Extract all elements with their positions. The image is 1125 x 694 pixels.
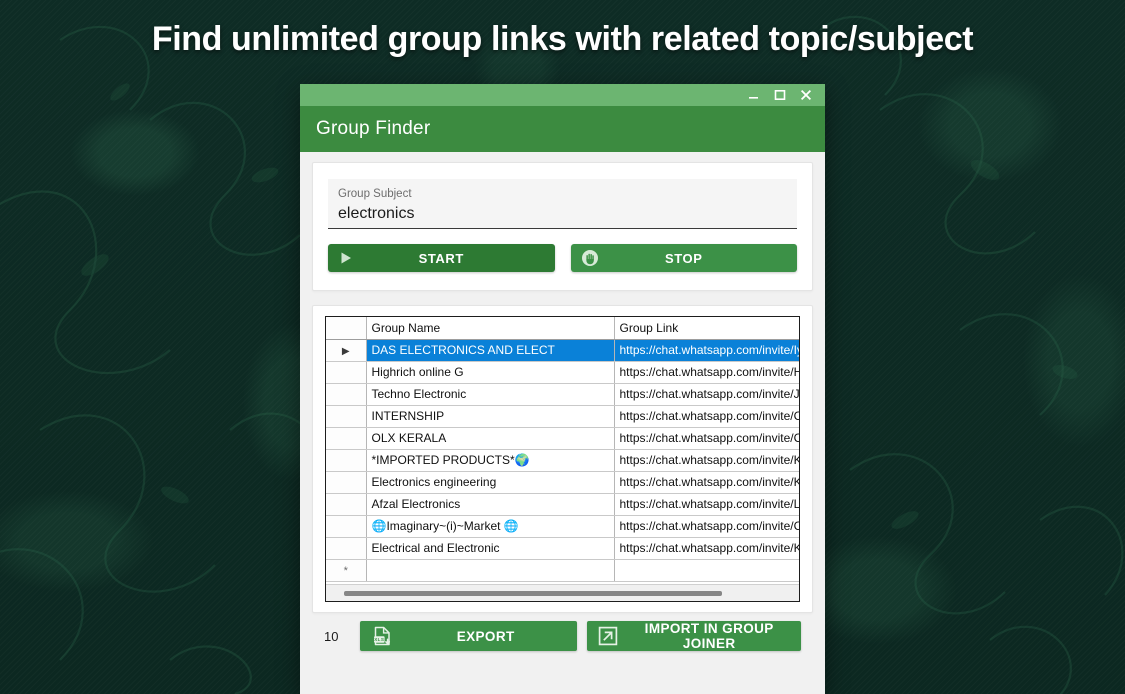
cell-group-link[interactable]: https://chat.whatsapp.com/invite/CE: [614, 515, 799, 537]
table-row[interactable]: OLX KERALAhttps://chat.whatsapp.com/invi…: [326, 427, 799, 449]
current-row-arrow-icon: ▶: [342, 346, 350, 357]
start-button-label: START: [328, 251, 555, 266]
cell-group-link[interactable]: https://chat.whatsapp.com/invite/IyF: [614, 339, 799, 361]
stop-hand-icon: [581, 249, 599, 267]
result-count: 10: [324, 629, 350, 644]
cell-group-name[interactable]: *IMPORTED PRODUCTS*🌍: [366, 449, 614, 471]
row-selector-header: [326, 317, 366, 339]
export-button[interactable]: XLS EXPORT: [360, 621, 577, 651]
cell-group-name[interactable]: 🌐Imaginary~(i)~Market 🌐: [366, 515, 614, 537]
app-title: Group Finder: [316, 118, 430, 140]
results-data-grid[interactable]: Group Name Group Link ▶ DAS ELECTRONICS A…: [325, 316, 800, 602]
table-row[interactable]: Highrich online Ghttps://chat.whatsapp.c…: [326, 361, 799, 383]
row-selector-cell[interactable]: [326, 361, 366, 383]
cell-group-name[interactable]: Electrical and Electronic: [366, 537, 614, 559]
window-controls-bar: [300, 84, 825, 106]
table-row[interactable]: Electronics engineeringhttps://chat.what…: [326, 471, 799, 493]
cell-group-link[interactable]: [614, 559, 799, 581]
new-record-asterisk-icon: *: [344, 565, 348, 577]
play-icon: [338, 250, 354, 266]
cell-group-name[interactable]: OLX KERALA: [366, 427, 614, 449]
table-row[interactable]: Afzal Electronicshttps://chat.whatsapp.c…: [326, 493, 799, 515]
cell-group-name[interactable]: Afzal Electronics: [366, 493, 614, 515]
footer-bar: 10 XLS EXPORT: [312, 613, 813, 659]
cell-group-link[interactable]: https://chat.whatsapp.com/invite/H3: [614, 361, 799, 383]
cell-group-link[interactable]: https://chat.whatsapp.com/invite/K5J: [614, 471, 799, 493]
window-title-bar: Group Finder: [300, 106, 825, 152]
action-button-row: START: [328, 244, 797, 272]
new-record-row[interactable]: *: [326, 559, 799, 581]
cell-group-link[interactable]: https://chat.whatsapp.com/invite/Kdo: [614, 537, 799, 559]
row-selector-cell[interactable]: [326, 405, 366, 427]
row-selector-cell[interactable]: ▶: [326, 339, 366, 361]
cell-group-name[interactable]: INTERNSHIP: [366, 405, 614, 427]
import-in-group-joiner-button[interactable]: IMPORT IN GROUP JOINER: [587, 621, 801, 651]
cell-group-link[interactable]: https://chat.whatsapp.com/invite/LK0: [614, 493, 799, 515]
grid-horizontal-scrollbar-thumb[interactable]: [344, 591, 722, 596]
app-window: Group Finder Group Subject electronics S…: [300, 84, 825, 694]
page-headline: Find unlimited group links with related …: [0, 20, 1125, 59]
cell-group-link[interactable]: https://chat.whatsapp.com/invite/C9U: [614, 427, 799, 449]
cell-group-link[interactable]: https://chat.whatsapp.com/invite/CBI: [614, 405, 799, 427]
table-row[interactable]: Electrical and Electronichttps://chat.wh…: [326, 537, 799, 559]
row-selector-cell[interactable]: [326, 515, 366, 537]
results-card: Group Name Group Link ▶ DAS ELECTRONICS A…: [312, 305, 813, 613]
maximize-icon[interactable]: [767, 85, 793, 105]
table-body: ▶DAS ELECTRONICS AND ELECThttps://chat.w…: [326, 339, 799, 581]
export-button-label: EXPORT: [394, 629, 577, 644]
table-row[interactable]: *IMPORTED PRODUCTS*🌍https://chat.whatsap…: [326, 449, 799, 471]
cell-group-name[interactable]: DAS ELECTRONICS AND ELECT: [366, 339, 614, 361]
column-header-group-link[interactable]: Group Link: [614, 317, 799, 339]
start-button[interactable]: START: [328, 244, 555, 272]
external-link-icon: [597, 625, 619, 647]
table-header-row: Group Name Group Link: [326, 317, 799, 339]
xls-file-download-icon: XLS: [370, 624, 394, 648]
cell-group-link[interactable]: https://chat.whatsapp.com/invite/KO: [614, 449, 799, 471]
results-table: Group Name Group Link ▶ DAS ELECTRONICS A…: [326, 317, 799, 582]
table-row[interactable]: INTERNSHIPhttps://chat.whatsapp.com/invi…: [326, 405, 799, 427]
cell-group-name[interactable]: [366, 559, 614, 581]
row-selector-cell[interactable]: [326, 383, 366, 405]
search-card: Group Subject electronics START: [312, 162, 813, 291]
cell-group-name[interactable]: Highrich online G: [366, 361, 614, 383]
group-subject-input[interactable]: electronics: [338, 202, 787, 226]
grid-scroll-viewport[interactable]: Group Name Group Link ▶ DAS ELECTRONICS A…: [326, 317, 799, 584]
svg-text:XLS: XLS: [374, 637, 384, 642]
app-body: Group Subject electronics START: [300, 152, 825, 694]
row-selector-cell[interactable]: [326, 471, 366, 493]
group-subject-field[interactable]: Group Subject electronics: [328, 179, 797, 229]
grid-horizontal-scrollbar[interactable]: [326, 584, 799, 601]
minimize-icon[interactable]: [741, 85, 767, 105]
table-row[interactable]: 🌐Imaginary~(i)~Market 🌐https://chat.what…: [326, 515, 799, 537]
stop-button-label: STOP: [571, 251, 798, 266]
group-subject-label: Group Subject: [338, 187, 787, 201]
new-record-indicator-cell[interactable]: *: [326, 559, 366, 581]
table-row[interactable]: Techno Electronichttps://chat.whatsapp.c…: [326, 383, 799, 405]
table-row[interactable]: ▶ DAS ELECTRONICS AND ELECThttps://chat.w…: [326, 339, 799, 361]
cell-group-name[interactable]: Electronics engineering: [366, 471, 614, 493]
close-icon[interactable]: [793, 85, 819, 105]
row-selector-cell[interactable]: [326, 537, 366, 559]
stop-button[interactable]: STOP: [571, 244, 798, 272]
cell-group-name[interactable]: Techno Electronic: [366, 383, 614, 405]
row-selector-cell[interactable]: [326, 493, 366, 515]
cell-group-link[interactable]: https://chat.whatsapp.com/invite/JFH: [614, 383, 799, 405]
row-selector-cell[interactable]: [326, 427, 366, 449]
import-button-label: IMPORT IN GROUP JOINER: [627, 621, 791, 651]
column-header-group-name[interactable]: Group Name: [366, 317, 614, 339]
row-selector-cell[interactable]: [326, 449, 366, 471]
